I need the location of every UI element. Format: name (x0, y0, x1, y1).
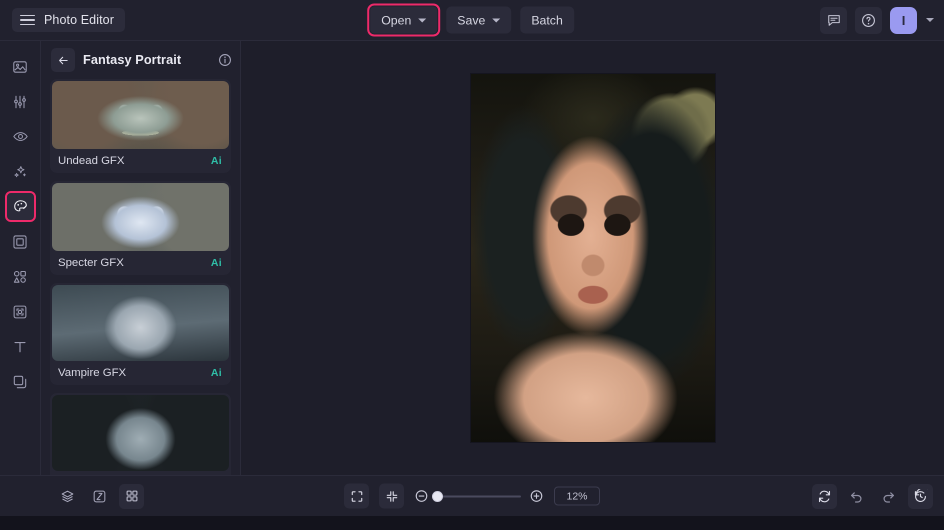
fit-screen-button[interactable] (344, 483, 369, 509)
effect-card-specter[interactable]: Specter GFX Ai (50, 181, 231, 275)
header-right-actions: I (820, 6, 934, 34)
app-header: Photo Editor Open Save Batch I (0, 0, 944, 41)
zoom-level-input[interactable]: 12% (554, 486, 600, 506)
feedback-button[interactable] (820, 6, 847, 34)
bottom-toolbar: 12% (0, 475, 944, 516)
rail-item-effects[interactable] (7, 158, 34, 185)
info-button[interactable] (218, 53, 232, 67)
effect-card-footer: Vampire GFX Ai (50, 361, 231, 385)
redo-button[interactable] (876, 484, 901, 509)
history-icon (914, 488, 928, 502)
ai-badge: Ai (210, 367, 222, 379)
layers-duplicate-icon (13, 375, 27, 388)
rail-item-text[interactable] (7, 333, 34, 360)
back-button[interactable] (51, 48, 75, 72)
ai-badge: Ai (210, 257, 222, 269)
effects-panel-title: Fantasy Portrait (83, 53, 182, 67)
undo-button[interactable] (844, 484, 869, 509)
palette-retouch-icon (13, 200, 27, 212)
effect-card-vampire[interactable]: Vampire GFX Ai (50, 283, 231, 385)
eye-icon (12, 132, 28, 141)
effect-name: Undead GFX (58, 155, 125, 167)
effect-card-outerworld[interactable]: Outerworld GFX Ai (50, 393, 231, 475)
effect-name: Specter GFX (58, 257, 124, 269)
rail-item-preview[interactable] (7, 123, 34, 150)
rail-item-retouch[interactable] (4, 191, 36, 222)
header-tools: Open Save Batch (367, 3, 574, 37)
bottom-right-tools (812, 483, 933, 509)
photo-editor-window: Photo Editor Open Save Batch I Fantasy P… (0, 0, 944, 530)
fit-screen-icon (351, 490, 362, 502)
history-button[interactable] (908, 483, 933, 509)
ai-badge: Ai (210, 155, 222, 167)
layers-icon (61, 490, 74, 502)
help-button[interactable] (855, 6, 882, 34)
rail-item-frame[interactable] (7, 228, 34, 255)
layers-button[interactable] (55, 484, 80, 509)
effects-panel-header: Fantasy Portrait (41, 41, 240, 79)
zoom-slider-handle[interactable] (432, 490, 443, 502)
zoom-out-icon[interactable] (414, 489, 429, 504)
effect-thumbnail (52, 183, 229, 251)
zoom-controls: 12% (344, 483, 600, 509)
text-icon (14, 341, 26, 352)
zoom-in-icon[interactable] (529, 489, 544, 504)
rail-item-shapes[interactable] (7, 263, 34, 290)
rail-item-transform[interactable] (7, 298, 34, 325)
save-button-label: Save (457, 13, 486, 27)
bottom-left-tools (55, 483, 144, 509)
chevron-down-icon (418, 18, 427, 23)
shapes-icon (13, 270, 26, 283)
effect-thumbnail (52, 81, 229, 149)
compare-icon (93, 490, 106, 502)
effect-card-undead[interactable]: Undead GFX Ai (50, 79, 231, 173)
window-bottom-strip (0, 516, 944, 530)
redo-icon (883, 491, 894, 503)
grid-icon (126, 490, 137, 502)
canvas-image[interactable] (470, 74, 715, 442)
rail-item-adjustments[interactable] (7, 88, 34, 115)
app-body: Fantasy Portrait Undead GFX Ai Specter G… (0, 41, 944, 475)
reset-icon (818, 490, 831, 502)
crop-transform-icon (13, 305, 27, 318)
fit-content-icon (386, 490, 397, 502)
info-icon (219, 54, 231, 66)
back-arrow-icon (58, 56, 68, 64)
effect-name: Vampire GFX (58, 367, 127, 379)
help-icon (862, 13, 875, 27)
zoom-slider-row (414, 489, 544, 504)
effect-thumbnail (52, 395, 229, 471)
image-icon (13, 60, 27, 73)
chevron-down-icon (492, 18, 501, 23)
open-button[interactable]: Open (367, 3, 441, 37)
effects-panel: Fantasy Portrait Undead GFX Ai Specter G… (41, 41, 241, 475)
adjustments-icon (14, 95, 26, 108)
user-avatar[interactable]: I (890, 6, 917, 34)
fit-content-button[interactable] (379, 483, 404, 509)
tool-rail (0, 41, 41, 475)
account-chevron-down-icon[interactable] (926, 18, 934, 22)
effect-thumbnail (52, 285, 229, 361)
rail-item-duplicate[interactable] (7, 368, 34, 395)
frame-icon (13, 234, 27, 249)
reset-button[interactable] (812, 483, 837, 509)
effect-card-footer: Specter GFX Ai (50, 251, 231, 275)
batch-button-label: Batch (531, 13, 563, 27)
save-button[interactable]: Save (446, 6, 512, 34)
feedback-icon (827, 15, 840, 26)
batch-button[interactable]: Batch (520, 6, 574, 34)
grid-button[interactable] (119, 483, 144, 509)
app-title: Photo Editor (44, 13, 114, 27)
app-menu-button[interactable]: Photo Editor (12, 8, 125, 32)
effect-card-footer: Undead GFX Ai (50, 149, 231, 173)
hamburger-icon (20, 14, 35, 26)
rail-item-image[interactable] (7, 53, 34, 80)
zoom-slider[interactable] (432, 490, 521, 502)
canvas-area[interactable] (241, 41, 944, 475)
compare-button[interactable] (87, 484, 112, 509)
undo-icon (851, 491, 862, 503)
sparkles-icon (13, 166, 26, 178)
effects-list[interactable]: Undead GFX Ai Specter GFX Ai Vampire GFX (41, 79, 240, 475)
open-button-label: Open (381, 13, 412, 27)
